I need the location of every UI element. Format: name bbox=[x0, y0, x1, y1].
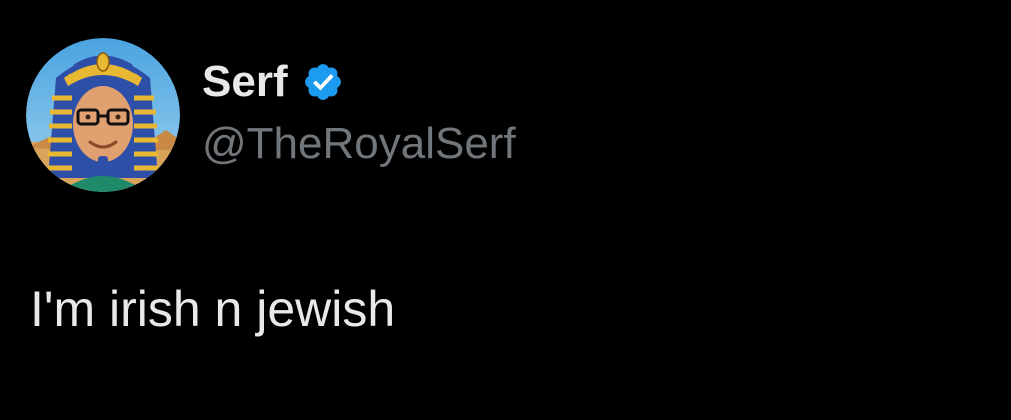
tweet-card: Serf @TheRoyalSerf I'm irish n jewish bbox=[0, 0, 1011, 420]
author-name-row[interactable]: Serf bbox=[202, 56, 344, 108]
avatar[interactable] bbox=[26, 38, 180, 192]
tweet-text: I'm irish n jewish bbox=[30, 281, 396, 337]
display-name[interactable]: Serf bbox=[202, 56, 288, 108]
verified-badge-icon bbox=[304, 64, 341, 100]
avatar-image bbox=[26, 38, 180, 192]
author-handle[interactable]: @TheRoyalSerf bbox=[202, 118, 516, 170]
